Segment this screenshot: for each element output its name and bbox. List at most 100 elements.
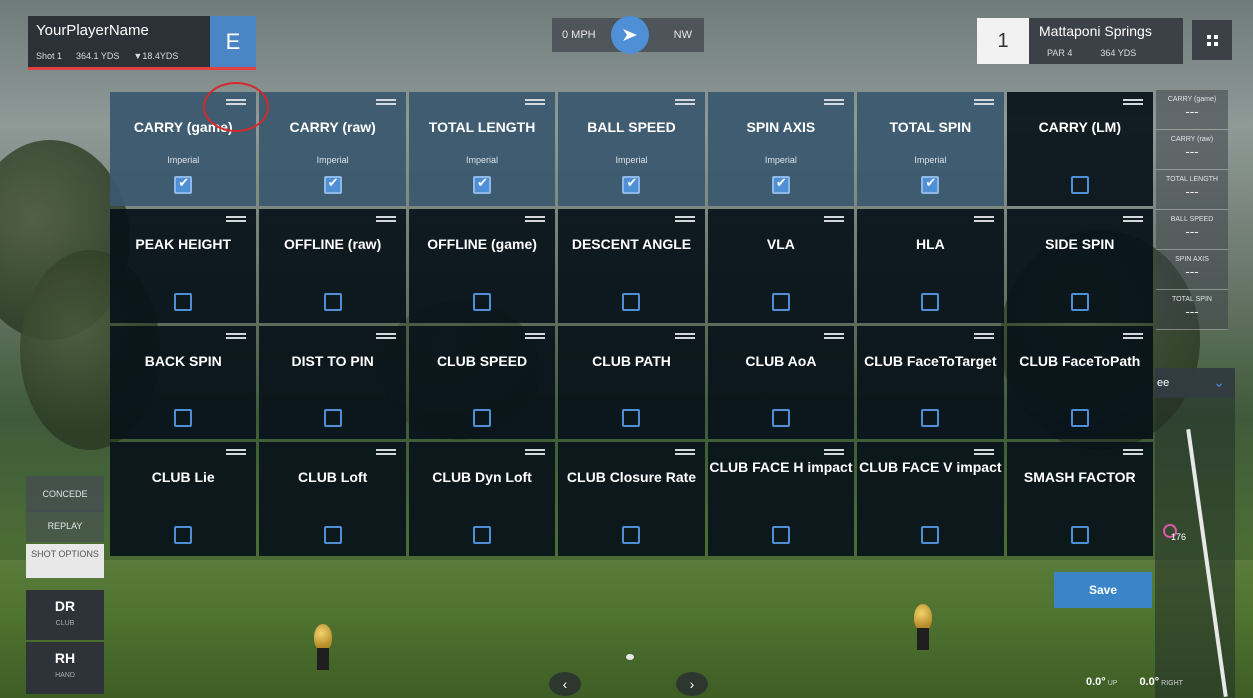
hole-info: Mattaponi Springs PAR 4 364 YDS (1029, 18, 1183, 64)
drag-handle-icon[interactable] (525, 215, 546, 222)
data-field-tile[interactable]: CLUB AoA (707, 325, 855, 440)
data-field-tile[interactable]: BALL SPEED Imperial (558, 92, 705, 206)
checkbox[interactable] (921, 409, 940, 428)
checkbox[interactable] (1070, 526, 1089, 544)
concede-button[interactable]: CONCEDE (26, 476, 104, 512)
checkbox[interactable] (622, 292, 641, 311)
next-button[interactable]: › (676, 672, 708, 696)
hand-selector[interactable]: RH HAND (26, 642, 104, 694)
checkbox[interactable] (174, 409, 193, 428)
data-field-tile[interactable]: CLUB Dyn Loft (408, 442, 556, 556)
checkbox[interactable] (1070, 175, 1089, 194)
drag-handle-icon[interactable] (674, 99, 695, 105)
data-field-tile[interactable]: CLUB Loft (259, 442, 406, 556)
data-field-tile[interactable]: OFFLINE (raw) (259, 208, 406, 323)
drag-handle-icon[interactable] (973, 215, 994, 222)
shot-stats-column: CARRY (game) --- CARRY (raw) --- TOTAL L… (1156, 90, 1228, 330)
data-field-tile[interactable]: CLUB FACE H impact (707, 442, 855, 556)
data-field-label: CLUB FACE H impact (709, 459, 853, 476)
data-field-tile[interactable]: SMASH FACTOR (1006, 442, 1153, 556)
checked-checkbox[interactable] (921, 175, 940, 194)
drag-handle-icon[interactable] (525, 332, 546, 339)
data-field-tile[interactable]: DESCENT ANGLE (558, 208, 705, 323)
data-field-tile[interactable]: SPIN AXIS Imperial (707, 92, 855, 206)
drag-handle-icon[interactable] (226, 332, 247, 339)
checked-checkbox[interactable] (622, 175, 641, 194)
data-field-tile[interactable]: TOTAL LENGTH Imperial (408, 92, 556, 206)
checkbox[interactable] (1070, 292, 1089, 311)
drag-handle-icon[interactable] (375, 215, 396, 222)
data-field-tile[interactable]: PEAK HEIGHT (110, 208, 257, 323)
checkbox[interactable] (921, 292, 940, 311)
checkbox[interactable] (323, 526, 342, 544)
data-field-tile[interactable]: CLUB Closure Rate (558, 442, 705, 556)
drag-handle-icon[interactable] (226, 449, 247, 456)
data-field-label: TOTAL LENGTH (428, 119, 536, 135)
save-button[interactable]: Save (1054, 572, 1152, 608)
data-field-tile[interactable]: CLUB PATH (558, 325, 705, 440)
data-field-tile[interactable]: DIST TO PIN (259, 325, 406, 440)
checkbox[interactable] (473, 409, 492, 428)
checkbox[interactable] (622, 409, 641, 428)
data-field-tile[interactable]: CLUB FaceToPath (1006, 325, 1153, 440)
checkbox[interactable] (473, 292, 492, 311)
drag-handle-icon[interactable] (674, 449, 695, 456)
highlight-circle (203, 82, 269, 132)
data-field-tile[interactable]: HLA (857, 208, 1004, 323)
drag-handle-icon[interactable] (525, 449, 546, 456)
drag-handle-icon[interactable] (674, 332, 695, 339)
drag-handle-icon[interactable] (973, 449, 994, 456)
checkbox[interactable] (622, 526, 641, 544)
data-field-tile[interactable]: TOTAL SPIN Imperial (857, 92, 1004, 206)
drag-handle-icon[interactable] (375, 99, 396, 105)
checkbox[interactable] (323, 292, 342, 311)
checked-checkbox[interactable] (323, 175, 342, 194)
drag-handle-icon[interactable] (973, 99, 994, 105)
data-field-tile[interactable]: CLUB Lie (110, 442, 257, 556)
drag-handle-icon[interactable] (1123, 449, 1143, 456)
data-field-tile[interactable]: VLA (707, 208, 855, 323)
checkbox[interactable] (323, 409, 342, 428)
drag-handle-icon[interactable] (1123, 332, 1143, 339)
data-field-tile[interactable]: CARRY (raw) Imperial (259, 92, 406, 206)
checkbox[interactable] (174, 526, 193, 544)
checked-checkbox[interactable] (473, 175, 492, 194)
data-field-tile[interactable]: CLUB SPEED (408, 325, 556, 440)
previous-button[interactable]: ‹ (549, 672, 581, 696)
checked-checkbox[interactable] (174, 175, 193, 194)
drag-handle-icon[interactable] (375, 332, 396, 339)
drag-handle-icon[interactable] (824, 99, 845, 105)
data-field-tile[interactable]: CARRY (LM) (1006, 92, 1153, 206)
shot-path-line (1186, 429, 1228, 697)
data-field-tile[interactable]: CLUB FACE V impact (857, 442, 1004, 556)
data-field-tile[interactable]: CLUB FaceToTarget (857, 325, 1004, 440)
checkbox[interactable] (771, 526, 790, 544)
club-selector[interactable]: DR CLUB (26, 590, 104, 640)
checkbox[interactable] (771, 409, 790, 428)
drag-handle-icon[interactable] (674, 215, 695, 222)
drag-handle-icon[interactable] (824, 332, 845, 339)
checkbox[interactable] (174, 292, 193, 311)
shot-options-button[interactable]: SHOT OPTIONS (26, 544, 104, 578)
checked-checkbox[interactable] (771, 175, 790, 194)
player-name: YourPlayerName (36, 22, 149, 39)
drag-handle-icon[interactable] (1123, 99, 1143, 105)
distance-to-pin: ▼18.4YDS (133, 51, 179, 61)
drag-handle-icon[interactable] (824, 215, 845, 222)
data-field-tile[interactable]: SIDE SPIN (1006, 208, 1153, 323)
checkbox[interactable] (771, 292, 790, 311)
checkbox[interactable] (921, 526, 940, 544)
replay-button[interactable]: REPLAY (26, 510, 104, 542)
checkbox[interactable] (473, 526, 492, 544)
data-field-tile[interactable]: BACK SPIN (110, 325, 257, 440)
checkbox[interactable] (1070, 409, 1089, 428)
drag-handle-icon[interactable] (1123, 215, 1143, 222)
menu-button[interactable] (1192, 20, 1232, 60)
view-dropdown[interactable]: ee ⌄ (1155, 368, 1235, 398)
data-field-tile[interactable]: OFFLINE (game) (408, 208, 556, 323)
drag-handle-icon[interactable] (226, 215, 247, 222)
drag-handle-icon[interactable] (824, 449, 845, 456)
drag-handle-icon[interactable] (375, 449, 396, 456)
drag-handle-icon[interactable] (973, 332, 994, 339)
drag-handle-icon[interactable] (525, 99, 546, 105)
